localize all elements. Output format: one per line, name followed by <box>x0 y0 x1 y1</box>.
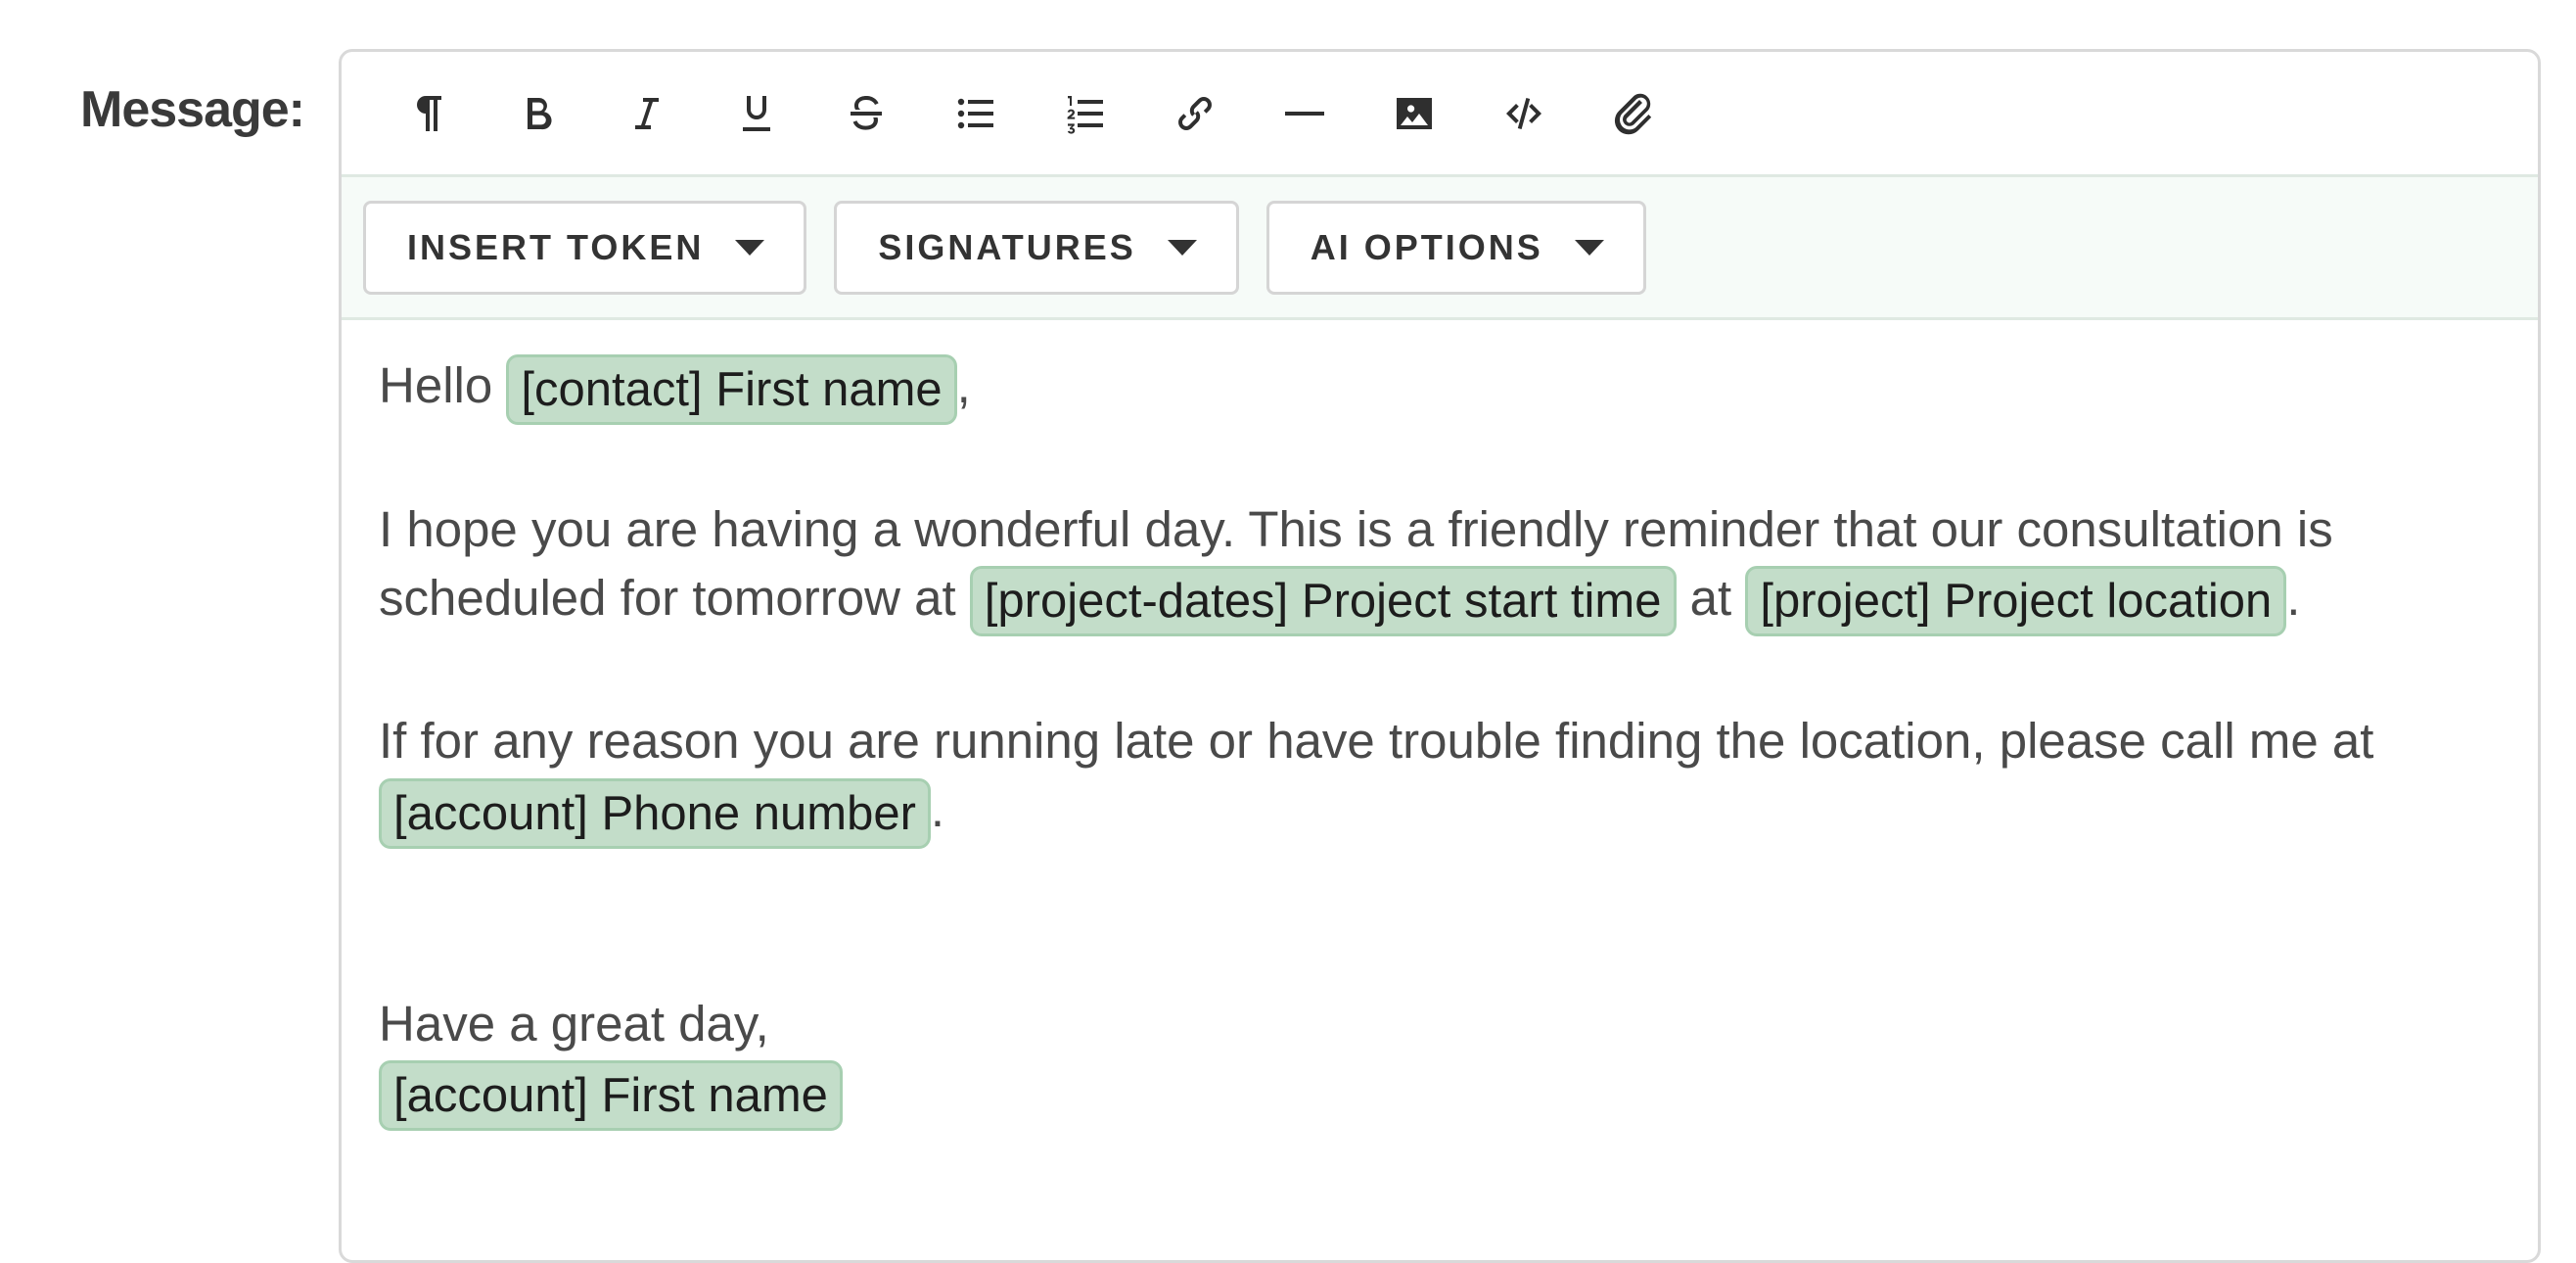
italic-icon[interactable] <box>592 65 702 163</box>
caret-down-icon <box>1574 239 1604 256</box>
numbered-list-icon[interactable] <box>1031 65 1140 163</box>
message-body[interactable]: Hello [contact] First name, I hope you a… <box>342 320 2538 1162</box>
paragraph-late: If for any reason you are running late o… <box>379 707 2501 849</box>
token-account-phone[interactable]: [account] Phone number <box>379 777 931 849</box>
paragraph-reminder: I hope you are having a wonderful day. T… <box>379 495 2501 637</box>
insert-token-label: INSERT TOKEN <box>407 226 705 267</box>
horizontal-rule-icon[interactable] <box>1250 65 1359 163</box>
closing-line: Have a great day, <box>379 995 769 1052</box>
signature-line: [account] First name <box>379 1058 2501 1132</box>
formatting-toolbar <box>342 52 2538 177</box>
greeting-end: , <box>956 357 971 413</box>
caret-down-icon <box>1167 239 1197 256</box>
greeting-line: Hello [contact] First name, <box>379 351 2501 425</box>
attachment-icon[interactable] <box>1579 65 1688 163</box>
signatures-dropdown[interactable]: SIGNATURES <box>834 200 1239 295</box>
underline-icon[interactable] <box>702 65 811 163</box>
reminder-mid-text: at <box>1676 569 1746 626</box>
caret-down-icon <box>735 239 765 256</box>
strikethrough-icon[interactable] <box>811 65 921 163</box>
paragraph-icon[interactable] <box>373 65 483 163</box>
token-account-first-name[interactable]: [account] First name <box>379 1060 843 1132</box>
image-icon[interactable] <box>1359 65 1469 163</box>
late-end: . <box>930 781 945 838</box>
token-project-start-time[interactable]: [project-dates] Project start time <box>969 566 1677 637</box>
link-icon[interactable] <box>1140 65 1250 163</box>
ai-options-label: AI OPTIONS <box>1310 226 1543 267</box>
signatures-label: SIGNATURES <box>878 226 1136 267</box>
late-text: If for any reason you are running late o… <box>379 713 2374 770</box>
code-icon[interactable] <box>1469 65 1579 163</box>
token-project-location[interactable]: [project] Project location <box>1745 566 2287 637</box>
greeting-text: Hello <box>379 357 507 413</box>
ai-options-dropdown[interactable]: AI OPTIONS <box>1265 200 1646 295</box>
editor-actions-bar: INSERT TOKEN SIGNATURES AI OPTIONS <box>342 177 2538 320</box>
token-contact-first-name[interactable]: [contact] First name <box>506 353 957 425</box>
bold-icon[interactable] <box>483 65 592 163</box>
message-label: Message: <box>80 81 305 138</box>
insert-token-dropdown[interactable]: INSERT TOKEN <box>363 200 807 295</box>
bullet-list-icon[interactable] <box>921 65 1031 163</box>
reminder-end: . <box>2286 569 2301 626</box>
message-editor[interactable]: INSERT TOKEN SIGNATURES AI OPTIONS Hello… <box>339 49 2541 1263</box>
